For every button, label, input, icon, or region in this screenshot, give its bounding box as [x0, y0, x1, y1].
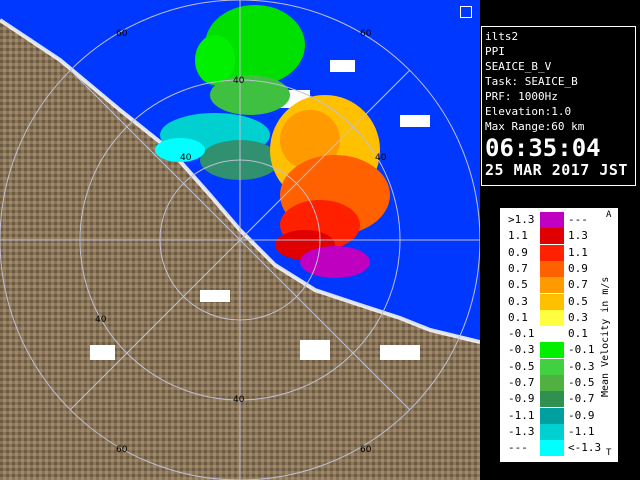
legend-swatch — [540, 293, 564, 310]
product-name: PPI — [485, 45, 505, 58]
legend-high-value: -0.7 — [568, 392, 595, 406]
radar-name: ilts2 — [485, 30, 519, 43]
legend-row: >1.3 --- — [502, 212, 602, 228]
legend-swatch — [540, 342, 564, 359]
legend-low-value: 0.9 — [508, 245, 528, 259]
legend-row: -1.3 -1.1 — [502, 423, 602, 440]
legend-unit-label: Mean Velocity in m/s — [600, 276, 611, 398]
legend-low-value: -0.9 — [508, 392, 535, 406]
ring-label: 60 — [116, 445, 128, 455]
legend-swatch — [540, 277, 564, 294]
task-name: Task: SEAICE_B — [485, 75, 578, 88]
legend-low-value: -0.5 — [508, 359, 535, 373]
radar-ppi-image: 60 40 40 40 40 40 60 60 60 — [0, 0, 480, 480]
legend-high-value: 0.7 — [568, 278, 588, 292]
legend-row: -0.7 -0.5 — [502, 375, 602, 391]
legend-high-value: -0.1 — [568, 343, 595, 357]
legend-high-value: 0.1 — [568, 327, 588, 341]
legend-swatch — [540, 407, 564, 424]
legend-row: -1.1 -0.9 — [502, 407, 602, 424]
legend-row: -0.3 -0.1 — [502, 342, 602, 359]
legend-high-value: -0.9 — [568, 408, 595, 422]
legend-swatch — [540, 326, 564, 343]
legend-swatch — [540, 391, 564, 408]
legend-low-value: -0.3 — [508, 343, 535, 357]
ring-label: 40 — [233, 395, 245, 405]
legend-swatch — [540, 244, 564, 261]
range-rings — [0, 0, 480, 480]
legend-high-value: 0.3 — [568, 310, 588, 324]
legend-low-value: -0.7 — [508, 376, 535, 389]
legend-high-value: <-1.3 — [568, 441, 602, 455]
legend-high-value: -1.1 — [568, 424, 595, 438]
legend-low-value: -1.1 — [508, 408, 535, 422]
legend-high-value: 1.1 — [568, 245, 588, 259]
legend-high-value: -0.5 — [568, 376, 595, 389]
legend-low-value: >1.3 — [508, 213, 535, 226]
legend-low-value: 0.7 — [508, 261, 528, 275]
ring-label: 40 — [233, 76, 245, 86]
ring-label: 40 — [95, 315, 107, 325]
legend-low-value: 0.1 — [508, 310, 528, 324]
legend-low-value: 0.3 — [508, 294, 528, 308]
legend-row: 0.5 0.7 — [502, 277, 602, 294]
field-name: SEAICE_B_V — [485, 60, 552, 73]
legend-row: -0.9 -0.7 — [502, 391, 602, 408]
legend-high-value: 1.3 — [568, 229, 588, 243]
legend-swatch — [540, 212, 564, 228]
legend-row: -0.5 -0.3 — [502, 358, 602, 375]
legend-row: 0.1 0.3 — [502, 309, 602, 326]
legend-row: -0.1 0.1 — [502, 326, 602, 343]
legend-low-value: 0.5 — [508, 278, 528, 292]
legend-swatch — [540, 440, 564, 457]
legend-row: 1.1 1.3 — [502, 228, 602, 245]
ring-label: 40 — [180, 153, 192, 163]
legend-row: --- <-1.3 — [502, 440, 602, 457]
legend-high-value: -0.3 — [568, 359, 595, 373]
legend-row: 0.9 1.1 — [502, 244, 602, 261]
legend-high-value: --- — [568, 213, 588, 226]
legend-swatch — [540, 423, 564, 440]
prf-value: PRF: 1000Hz — [485, 90, 558, 103]
legend-low-value: --- — [508, 441, 528, 455]
legend-swatch — [540, 309, 564, 326]
legend-swatch — [540, 260, 564, 277]
legend-low-value: 1.1 — [508, 229, 528, 243]
legend-high-value: 0.9 — [568, 261, 588, 275]
window-icon[interactable] — [460, 6, 472, 18]
legend-swatch — [540, 228, 564, 245]
legend-swatch — [540, 358, 564, 375]
legend-swatch — [540, 375, 564, 391]
ring-label: 60 — [360, 29, 372, 39]
max-range-value: Max Range:60 km — [485, 120, 585, 133]
ring-label: 40 — [375, 153, 387, 163]
elevation-value: Elevation:1.0 — [485, 105, 572, 118]
legend-row: 0.7 0.9 — [502, 260, 602, 277]
legend-high-value: 0.5 — [568, 294, 588, 308]
scan-time: 06:35:04 — [485, 134, 601, 162]
info-panel: ilts2 PPI SEAICE_B_V Task: SEAICE_B PRF:… — [481, 26, 636, 186]
ring-label: 60 — [360, 445, 372, 455]
legend-low-value: -1.3 — [508, 424, 535, 438]
ring-label: 60 — [116, 29, 128, 39]
legend-low-value: -0.1 — [508, 327, 535, 341]
legend-row: 0.3 0.5 — [502, 293, 602, 310]
scan-date: 25 MAR 2017 JST — [485, 161, 628, 179]
